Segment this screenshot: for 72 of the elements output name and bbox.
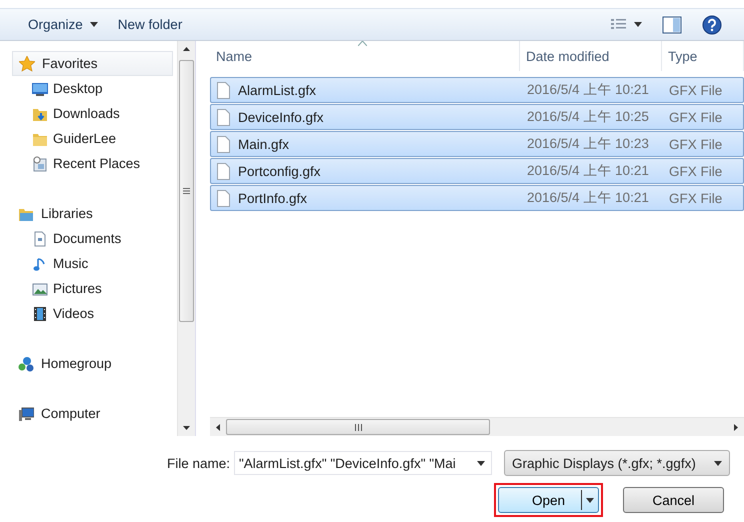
date-modified: 2016/5/4 上午 10:21 xyxy=(527,189,649,207)
date-modified: 2016/5/4 上午 10:25 xyxy=(527,108,649,126)
file-type-dropdown[interactable]: Graphic Displays (*.gfx; *.ggfx) xyxy=(504,450,730,476)
file-row[interactable]: PortInfo.gfx 2016/5/4 上午 10:21 GFX File xyxy=(210,185,744,211)
scroll-right-icon[interactable] xyxy=(734,424,738,430)
sidebar-item[interactable]: Downloads xyxy=(12,101,173,126)
file-type: GFX File xyxy=(669,136,722,152)
sort-ascending-icon xyxy=(358,41,368,46)
file-row[interactable]: AlarmList.gfx 2016/5/4 上午 10:21 GFX File xyxy=(210,77,744,103)
sidebar-item[interactable]: Libraries xyxy=(12,201,173,226)
date-modified: 2016/5/4 上午 10:23 xyxy=(527,135,649,153)
file-icon xyxy=(217,108,230,126)
recent-places-icon xyxy=(32,156,48,172)
caret-icon xyxy=(90,22,98,27)
scroll-up-icon[interactable] xyxy=(183,47,190,51)
sidebar-item[interactable]: Favorites xyxy=(12,51,173,76)
file-name: DeviceInfo.gfx xyxy=(238,110,324,124)
computer-icon xyxy=(18,406,34,422)
file-name: Main.gfx xyxy=(238,136,290,152)
caret-icon xyxy=(634,22,642,27)
file-row[interactable]: Portconfig.gfx 2016/5/4 上午 10:21 GFX File xyxy=(210,158,744,184)
dropdown-caret-icon xyxy=(477,460,485,466)
help-icon xyxy=(702,14,722,34)
sidebar-item[interactable]: Pictures xyxy=(12,276,173,301)
file-icon xyxy=(217,136,230,152)
homegroup-icon xyxy=(18,356,34,372)
file-name-field[interactable]: "AlarmList.gfx" "DeviceInfo.gfx" "Mai xyxy=(234,451,492,475)
split-caret-icon xyxy=(586,498,594,502)
file-row[interactable]: Main.gfx 2016/5/4 上午 10:23 GFX File xyxy=(210,131,744,157)
sidebar-item[interactable]: Homegroup xyxy=(12,351,173,376)
vertical-scrollbar[interactable] xyxy=(177,41,195,436)
file-icon xyxy=(217,190,230,206)
dropdown-caret-icon xyxy=(714,460,722,466)
file-icon xyxy=(217,82,230,98)
scroll-grip-icon xyxy=(183,188,190,194)
file-name: Portconfig.gfx xyxy=(238,164,321,178)
sidebar-item[interactable]: Recent Places xyxy=(12,151,173,176)
cancel-button[interactable]: Cancel xyxy=(623,487,724,513)
sidebar-item[interactable]: Music xyxy=(12,251,173,276)
date-modified: 2016/5/4 上午 10:21 xyxy=(527,81,649,99)
file-name-label: File name: xyxy=(166,456,230,470)
open-button[interactable]: Open xyxy=(498,487,599,513)
sidebar-item[interactable]: GuiderLee xyxy=(12,126,173,151)
file-icon xyxy=(217,162,230,180)
monitor-icon xyxy=(32,80,48,96)
picture-icon xyxy=(32,280,48,296)
organize-menu-button[interactable]: Organize xyxy=(18,14,108,35)
column-header[interactable]: Date modified xyxy=(520,41,662,71)
file-type: GFX File xyxy=(669,82,722,98)
file-type: GFX File xyxy=(669,164,722,178)
file-row[interactable]: DeviceInfo.gfx 2016/5/4 上午 10:25 GFX File xyxy=(210,104,744,130)
sidebar-item[interactable]: Desktop xyxy=(12,76,173,101)
sidebar-item[interactable]: Documents xyxy=(12,226,173,251)
preview-pane-icon xyxy=(662,16,682,34)
document-icon xyxy=(32,230,48,246)
scroll-left-icon[interactable] xyxy=(216,424,220,430)
star-icon xyxy=(19,56,35,72)
sidebar-item[interactable]: Computer xyxy=(12,401,173,426)
new-folder-button[interactable]: New folder xyxy=(108,14,192,35)
scroll-down-icon[interactable] xyxy=(183,426,190,430)
scroll-grip-icon xyxy=(354,424,362,430)
file-type: GFX File xyxy=(669,110,722,124)
horizontal-scrollbar[interactable] xyxy=(210,417,744,436)
column-header[interactable]: Type xyxy=(662,41,744,71)
film-icon xyxy=(32,306,48,322)
sidebar-item[interactable]: Videos xyxy=(12,301,173,326)
list-view-icon xyxy=(611,18,627,31)
file-name: AlarmList.gfx xyxy=(238,82,316,98)
file-type: GFX File xyxy=(669,190,722,206)
column-header[interactable]: Name xyxy=(210,41,520,71)
file-name: PortInfo.gfx xyxy=(238,190,308,206)
date-modified: 2016/5/4 上午 10:21 xyxy=(527,162,649,180)
